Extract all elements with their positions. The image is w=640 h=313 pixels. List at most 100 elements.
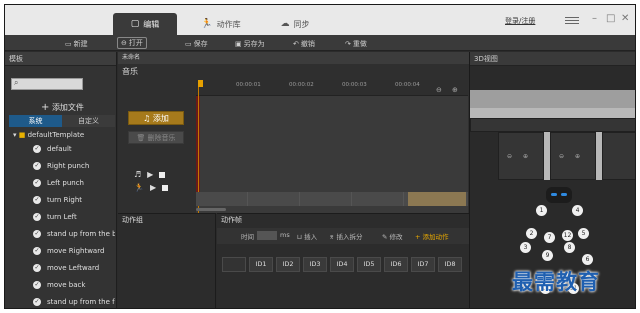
insert-button[interactable]: ⊔ 插入 bbox=[297, 231, 317, 241]
joint-marker[interactable]: 9 bbox=[542, 250, 553, 261]
joint-marker[interactable]: 1 bbox=[536, 205, 547, 216]
joint-marker[interactable]: 6 bbox=[582, 254, 593, 265]
modify-button[interactable]: ✎ 修改 bbox=[382, 231, 403, 241]
open-button-label: 打开 bbox=[128, 39, 143, 47]
add-file-label: 添加文件 bbox=[51, 103, 84, 112]
frame-id[interactable]: ID6 bbox=[384, 257, 408, 272]
add-file-button[interactable]: + 添加文件 bbox=[41, 102, 84, 113]
add-action-button[interactable]: + 添加动作 bbox=[415, 231, 449, 241]
tab-action-library-label: 动作库 bbox=[216, 19, 241, 29]
audio-clip[interactable] bbox=[408, 192, 466, 206]
template-item[interactable]: ✓ move Rightward bbox=[9, 243, 115, 260]
add-music-button[interactable]: ♫ 添加 bbox=[128, 111, 184, 125]
template-search-input[interactable]: ⌕ bbox=[11, 78, 83, 90]
zoom-in-icon[interactable]: ⊕ bbox=[575, 153, 580, 160]
music-panel: 未命名 音乐 ♫ 添加 🗑 删除音乐 ♬ ▶ 🏃 ▶ 00:00:01 00:0… bbox=[118, 52, 469, 213]
music-play-icon[interactable]: ▶ bbox=[147, 170, 153, 179]
frame-id-blank[interactable] bbox=[222, 257, 246, 272]
template-item[interactable]: ✓ move Leftward bbox=[9, 260, 115, 277]
joint-marker[interactable]: 8 bbox=[564, 242, 575, 253]
timeline[interactable]: 00:00:01 00:00:02 00:00:03 00:00:04 ⊖ ⊕ bbox=[196, 80, 468, 213]
maximize-icon[interactable]: □ bbox=[606, 13, 615, 25]
save-button-label: 保存 bbox=[193, 39, 208, 48]
joint-marker[interactable]: 12 bbox=[562, 230, 573, 241]
joint-marker[interactable]: 3 bbox=[520, 242, 531, 253]
tab-sync[interactable]: ☁ 同步 bbox=[273, 13, 317, 35]
tree-root-default-template[interactable]: ▾ ■ defaultTemplate bbox=[9, 129, 115, 141]
frame-id[interactable]: ID7 bbox=[411, 257, 435, 272]
template-item-label: default bbox=[47, 145, 72, 153]
open-button[interactable]: ⊖ 打开 bbox=[117, 37, 147, 49]
login-link[interactable]: 登录/注册 bbox=[505, 16, 535, 26]
tab-system[interactable]: 系统 bbox=[9, 115, 62, 127]
frame-id[interactable]: ID2 bbox=[276, 257, 300, 272]
expand-arrow-icon: ▾ bbox=[13, 131, 17, 139]
redo-icon: ↷ bbox=[345, 39, 351, 48]
save-as-button[interactable]: ▣ 另存为 bbox=[235, 38, 265, 49]
insert-split-button[interactable]: ⌆ 插入拆分 bbox=[329, 231, 363, 241]
close-icon[interactable]: ✕ bbox=[621, 13, 629, 25]
template-item[interactable]: ✓ turn Left bbox=[9, 209, 115, 226]
template-item[interactable]: ✓ stand up from the b... bbox=[9, 226, 115, 243]
settings-icon[interactable] bbox=[565, 15, 579, 25]
template-item[interactable]: ✓ stand up from the fr... bbox=[9, 294, 115, 308]
undo-button-label: 撤销 bbox=[300, 39, 315, 48]
template-item[interactable]: ✓ default bbox=[9, 141, 115, 158]
playback-controls: ♬ ▶ 🏃 ▶ bbox=[134, 168, 169, 194]
joint-marker[interactable]: 5 bbox=[578, 228, 589, 239]
save-as-icon: ▣ bbox=[235, 39, 242, 48]
delete-music-button[interactable]: 🗑 删除音乐 bbox=[128, 131, 184, 144]
frame-id[interactable]: ID3 bbox=[303, 257, 327, 272]
template-item[interactable]: ✓ turn Right bbox=[9, 192, 115, 209]
minimize-icon[interactable]: – bbox=[592, 13, 597, 25]
music-section-title: 音乐 bbox=[122, 67, 138, 76]
action-play-icon[interactable]: ▶ bbox=[150, 183, 156, 192]
zoom-in-icon[interactable]: ⊕ bbox=[523, 153, 528, 160]
tree-root-label: defaultTemplate bbox=[27, 131, 85, 139]
frame-id[interactable]: ID8 bbox=[438, 257, 462, 272]
template-item[interactable]: ✓ Left punch bbox=[9, 175, 115, 192]
frame-id[interactable]: ID1 bbox=[249, 257, 273, 272]
music-stop-icon[interactable] bbox=[159, 171, 166, 178]
new-button[interactable]: ▭ 新建 bbox=[65, 38, 88, 49]
zoom-in-icon[interactable]: ⊕ bbox=[452, 86, 458, 94]
redo-button[interactable]: ↷ 重做 bbox=[345, 38, 367, 49]
new-icon: ▭ bbox=[65, 39, 72, 48]
new-button-label: 新建 bbox=[73, 39, 88, 48]
zoom-out-icon[interactable]: ⊖ bbox=[436, 86, 442, 94]
view3d-pane-edge bbox=[602, 132, 635, 180]
save-icon: ▭ bbox=[185, 39, 192, 48]
view3d-pane-left: ⊖ ⊕ bbox=[498, 132, 544, 180]
folder-icon: ■ bbox=[18, 131, 26, 139]
check-icon: ✓ bbox=[33, 162, 41, 170]
view3d-viewport[interactable] bbox=[470, 90, 635, 108]
frame-toolbar: 时间 ms ⊔ 插入 ⌆ 插入拆分 ✎ 修改 + 添加动作 bbox=[217, 228, 469, 244]
playhead-handle[interactable] bbox=[198, 80, 203, 87]
zoom-out-icon[interactable]: ⊖ bbox=[559, 153, 564, 160]
tab-action-library[interactable]: 🏃 动作库 bbox=[191, 13, 251, 35]
project-name-label: 未命名 bbox=[118, 52, 469, 64]
action-stop-icon[interactable] bbox=[162, 184, 169, 191]
plus-icon: + bbox=[415, 233, 423, 241]
save-button[interactable]: ▭ 保存 bbox=[185, 38, 208, 49]
template-item[interactable]: ✓ Right punch bbox=[9, 158, 115, 175]
joint-marker[interactable]: 2 bbox=[526, 228, 537, 239]
time-input[interactable] bbox=[257, 231, 277, 240]
check-icon: ✓ bbox=[33, 281, 41, 289]
check-icon: ✓ bbox=[33, 145, 41, 153]
frame-id[interactable]: ID4 bbox=[330, 257, 354, 272]
template-item-label: Right punch bbox=[47, 162, 90, 170]
joint-marker[interactable]: 7 bbox=[544, 232, 555, 243]
add-action-label: 添加动作 bbox=[422, 233, 449, 241]
joint-marker[interactable]: 4 bbox=[572, 205, 583, 216]
add-music-label: 添加 bbox=[152, 114, 169, 123]
undo-button[interactable]: ↶ 撤销 bbox=[293, 38, 315, 49]
template-item[interactable]: ✓ move back bbox=[9, 277, 115, 294]
tab-edit[interactable]: ▢ 编辑 bbox=[113, 13, 177, 35]
robot-head bbox=[546, 187, 572, 203]
timeline-scrollbar[interactable] bbox=[196, 208, 226, 211]
zoom-out-icon[interactable]: ⊖ bbox=[507, 153, 512, 160]
frame-id[interactable]: ID5 bbox=[357, 257, 381, 272]
tab-custom[interactable]: 自定义 bbox=[62, 115, 115, 127]
plus-icon: + bbox=[41, 102, 50, 113]
